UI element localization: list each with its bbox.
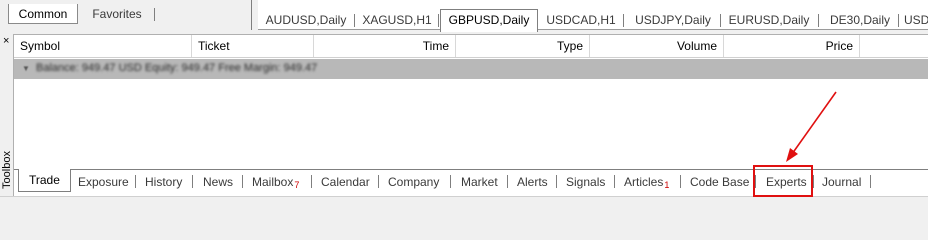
tab-label: Company	[388, 175, 440, 189]
tab-separator	[720, 14, 721, 27]
column-header-price[interactable]: Price	[724, 35, 860, 57]
chart-tab-gbpusd-daily[interactable]: GBPUSD,Daily	[440, 9, 538, 32]
tab-company[interactable]: Company	[388, 173, 439, 191]
tab-label: Alerts	[517, 175, 548, 189]
column-header-volume[interactable]: Volume	[590, 35, 724, 57]
tab-separator	[623, 14, 624, 27]
tab-favorites[interactable]: Favorites	[80, 4, 154, 24]
close-icon[interactable]: ×	[3, 36, 9, 47]
tab-separator	[135, 175, 136, 188]
tab-common[interactable]: Common	[8, 4, 78, 24]
tab-label: Calendar	[321, 175, 370, 189]
tab-separator	[898, 14, 899, 27]
chart-tab-usdcad-h1[interactable]: USDCAD,H1	[544, 10, 618, 30]
tab-separator	[818, 14, 819, 27]
tab-separator	[870, 175, 871, 188]
chart-tab-usd[interactable]: USD	[904, 10, 928, 30]
tab-signals[interactable]: Signals	[566, 173, 605, 191]
column-header-time[interactable]: Time	[314, 35, 456, 57]
tab-history[interactable]: History	[145, 173, 182, 191]
tab-calendar[interactable]: Calendar	[321, 173, 370, 191]
tab-separator	[354, 14, 355, 27]
balance-summary: Balance: 949.47 USD Equity: 949.47 Free …	[36, 62, 318, 74]
tab-label: News	[203, 175, 234, 189]
tab-separator	[450, 175, 451, 188]
annotation-arrow-icon	[786, 91, 837, 162]
tab-label: Code Base	[690, 175, 750, 189]
status-bar	[0, 196, 928, 210]
chart-tabs: AUDUSD,Daily XAGUSD,H1 GBPUSD,Daily USDC…	[258, 9, 928, 32]
tab-separator	[680, 175, 681, 188]
tab-label: Trade	[29, 173, 60, 187]
tab-market[interactable]: Market	[461, 173, 498, 191]
tab-label: Exposure	[78, 175, 129, 189]
tab-separator	[242, 175, 243, 188]
tab-label: Journal	[822, 175, 862, 189]
chart-tab-usdjpy-daily[interactable]: USDJPY,Daily	[630, 10, 716, 30]
tab-news[interactable]: News	[203, 173, 233, 191]
tab-label: Signals	[566, 175, 606, 189]
table-header: Symbol Ticket Time Type Volume Price	[14, 35, 928, 58]
tab-alerts[interactable]: Alerts	[517, 173, 548, 191]
tab-label: Market	[461, 175, 498, 189]
tab-separator	[311, 175, 312, 188]
toolbox-label: Toolbox	[1, 151, 13, 189]
tab-label: Mailbox	[252, 175, 294, 189]
tab-separator	[192, 175, 193, 188]
tab-separator	[556, 175, 557, 188]
tab-trade[interactable]: Trade	[18, 169, 71, 192]
tab-separator	[378, 175, 379, 188]
tab-separator	[614, 175, 615, 188]
column-header-type[interactable]: Type	[456, 35, 590, 57]
tab-separator	[154, 8, 155, 21]
column-header-symbol[interactable]: Symbol	[14, 35, 192, 57]
chart-tab-xagusd-h1[interactable]: XAGUSD,H1	[358, 10, 436, 30]
navigator-tabs: Common Favorites	[6, 4, 246, 26]
mailbox-badge: 7	[294, 180, 300, 190]
column-header-ticket[interactable]: Ticket	[192, 35, 314, 57]
tab-label: Articles	[624, 175, 664, 189]
chart-tab-de30-daily[interactable]: DE30,Daily	[824, 10, 896, 30]
tab-separator	[507, 175, 508, 188]
chart-tab-eurusd-daily[interactable]: EURUSD,Daily	[726, 10, 812, 30]
tab-journal[interactable]: Journal	[822, 173, 861, 191]
tab-separator	[438, 14, 439, 27]
articles-badge: 1	[664, 180, 670, 190]
tab-label: History	[145, 175, 183, 189]
tab-articles[interactable]: Articles1	[624, 173, 669, 191]
tab-mailbox[interactable]: Mailbox7	[252, 173, 299, 191]
chart-tab-audusd-daily[interactable]: AUDUSD,Daily	[262, 10, 350, 30]
collapse-icon[interactable]: ▼	[22, 64, 30, 73]
tab-code-base[interactable]: Code Base	[690, 173, 749, 191]
tab-separator	[813, 175, 814, 188]
tab-exposure[interactable]: Exposure	[78, 173, 129, 191]
